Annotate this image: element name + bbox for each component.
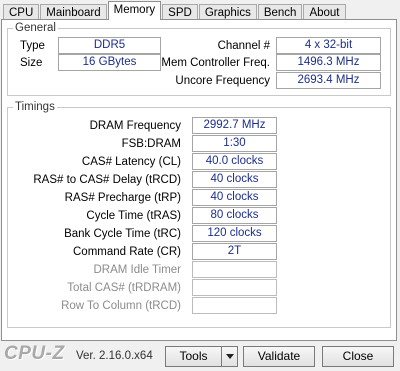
timing-value: 2992.7 MHz: [192, 117, 277, 134]
timing-label: DRAM Idle Timer: [93, 264, 181, 276]
timing-label: RAS# to CAS# Delay (tRCD): [33, 174, 181, 186]
uncore-label: Uncore Frequency: [175, 75, 270, 87]
tab-bar: CPU Mainboard Memory SPD Graphics Bench …: [3, 0, 347, 20]
timing-value: 40 clocks: [192, 189, 277, 206]
version-label: Ver. 2.16.0.x64: [76, 350, 153, 362]
timing-value: 40 clocks: [192, 171, 277, 188]
chevron-down-icon: [226, 354, 234, 359]
type-value: DDR5: [58, 37, 161, 54]
mem-controller-label: Mem Controller Freq.: [161, 57, 270, 69]
tab-cpu[interactable]: CPU: [3, 4, 40, 20]
timing-label: RAS# Precharge (tRP): [64, 192, 181, 204]
timing-value: [192, 261, 277, 278]
timing-label: Command Rate (CR): [73, 246, 181, 258]
timing-value: 80 clocks: [192, 207, 277, 224]
timing-value: 120 clocks: [192, 225, 277, 242]
timing-value: [192, 279, 277, 296]
timing-label: CAS# Latency (CL): [81, 156, 181, 168]
tab-memory[interactable]: Memory: [107, 1, 162, 20]
timing-label: DRAM Frequency: [89, 120, 181, 132]
tools-dropdown-button[interactable]: [221, 346, 238, 367]
channel-value: 4 x 32-bit: [276, 37, 381, 54]
validate-button[interactable]: Validate: [243, 346, 315, 367]
cpuz-logo: CPU-Z: [4, 343, 65, 364]
channel-label: Channel #: [217, 40, 270, 52]
general-group: General Type DDR5 Size 16 GBytes Channel…: [7, 21, 391, 96]
timing-label: Cycle Time (tRAS): [86, 210, 181, 222]
timing-value: 2T: [192, 243, 277, 260]
timing-label: Total CAS# (tRDRAM): [67, 282, 181, 294]
type-label: Type: [20, 40, 45, 52]
timings-group-title: Timings: [13, 100, 57, 114]
tab-spd[interactable]: SPD: [162, 4, 198, 20]
mem-controller-value: 1496.3 MHz: [276, 54, 381, 71]
uncore-value: 2693.4 MHz: [276, 72, 381, 89]
tab-mainboard[interactable]: Mainboard: [40, 4, 107, 20]
general-group-title: General: [13, 21, 58, 35]
timing-value: 40.0 clocks: [192, 153, 277, 170]
tab-graphics[interactable]: Graphics: [198, 4, 257, 20]
tools-button[interactable]: Tools: [165, 346, 222, 367]
timing-label: Bank Cycle Time (tRC): [64, 228, 181, 240]
timing-label: Row To Column (tRCD): [61, 300, 181, 312]
timing-value: [192, 297, 277, 314]
close-button[interactable]: Close: [322, 346, 394, 367]
tab-about[interactable]: About: [303, 4, 346, 20]
timings-group: Timings DRAM Frequency 2992.7 MHz FSB:DR…: [7, 100, 391, 328]
timing-value: 1:30: [192, 135, 277, 152]
timing-label: FSB:DRAM: [121, 138, 181, 150]
tab-bench[interactable]: Bench: [257, 4, 303, 20]
size-label: Size: [20, 57, 43, 69]
memory-panel: General Type DDR5 Size 16 GBytes Channel…: [1, 19, 397, 341]
